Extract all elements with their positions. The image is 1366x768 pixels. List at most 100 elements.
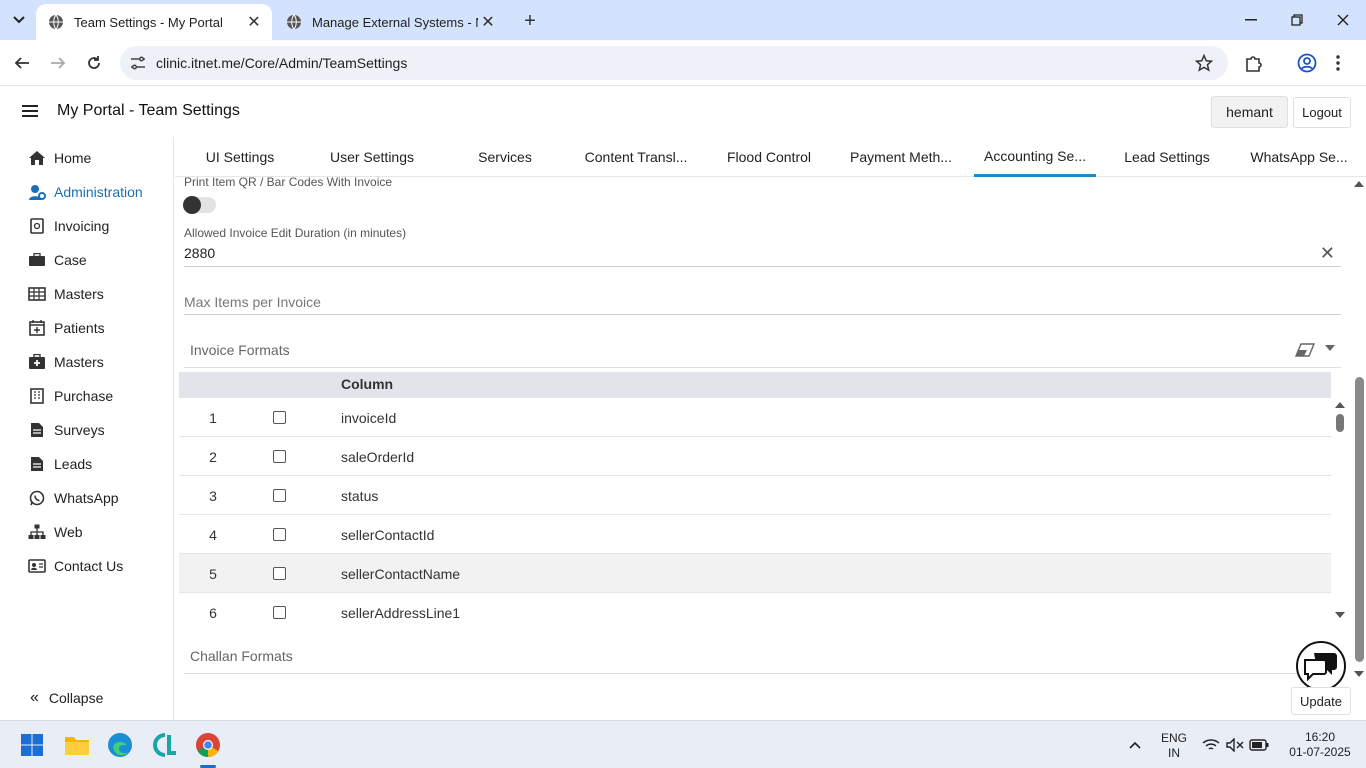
file-explorer-icon[interactable] xyxy=(61,729,93,761)
max-items-input[interactable]: Max Items per Invoice xyxy=(184,294,1341,315)
tab-whatsapp-settings[interactable]: WhatsApp Se... xyxy=(1243,137,1355,177)
briefcase-icon xyxy=(27,250,47,270)
sidebar-item-administration[interactable]: Administration xyxy=(0,175,174,209)
sidebar-item-whatsapp[interactable]: WhatsApp xyxy=(0,481,174,515)
challan-formats-dropdown[interactable]: Challan Formats xyxy=(184,638,1341,674)
home-icon xyxy=(27,148,47,168)
profile-icon[interactable] xyxy=(1293,49,1321,77)
minimize-icon[interactable] xyxy=(1228,6,1274,34)
row-checkbox[interactable] xyxy=(273,567,286,580)
browser-tab-team-settings[interactable]: Team Settings - My Portal ✕ xyxy=(36,4,272,40)
scroll-down-icon[interactable] xyxy=(1335,612,1345,618)
forward-arrow-icon[interactable] xyxy=(44,49,72,77)
scroll-thumb[interactable] xyxy=(1355,377,1364,662)
invoice-formats-dropdown[interactable]: Invoice Formats xyxy=(184,332,1341,368)
app-cl-icon[interactable] xyxy=(148,729,180,761)
windows-start-icon[interactable] xyxy=(16,729,48,761)
table-row[interactable]: 2 saleOrderId xyxy=(179,437,1331,476)
table-row[interactable]: 3 status xyxy=(179,476,1331,515)
scroll-thumb[interactable] xyxy=(1336,414,1344,432)
globe-icon xyxy=(286,14,302,30)
edge-browser-icon[interactable] xyxy=(104,729,136,761)
sidebar-item-case[interactable]: Case xyxy=(0,243,174,277)
clear-icon[interactable]: ✕ xyxy=(1320,243,1335,264)
back-arrow-icon[interactable] xyxy=(8,49,36,77)
table-row[interactable]: 6 sellerAddressLine1 xyxy=(179,593,1331,620)
scroll-down-icon[interactable] xyxy=(1354,671,1364,677)
document-icon xyxy=(27,420,47,440)
settings-tab-bar: UI Settings User Settings Services Conte… xyxy=(175,137,1366,177)
grid-scrollbar[interactable] xyxy=(1335,402,1345,618)
contact-card-icon xyxy=(27,556,47,576)
chevron-up-icon[interactable] xyxy=(1120,729,1150,761)
reload-icon[interactable] xyxy=(80,49,108,77)
sidebar-item-masters-medical[interactable]: Masters xyxy=(0,345,174,379)
logout-button[interactable]: Logout xyxy=(1293,97,1351,128)
chat-support-button[interactable] xyxy=(1296,641,1346,691)
table-row[interactable]: 5 sellerContactName xyxy=(179,554,1331,593)
tab-accounting-settings[interactable]: Accounting Se... xyxy=(974,137,1096,177)
sidebar-item-patients[interactable]: Patients xyxy=(0,311,174,345)
settings-content: Print Item QR / Bar Codes With Invoice A… xyxy=(175,177,1353,720)
chrome-browser-icon[interactable] xyxy=(192,729,224,761)
tab-content-translation[interactable]: Content Transl... xyxy=(581,137,691,177)
close-window-icon[interactable] xyxy=(1320,6,1366,34)
restore-icon[interactable] xyxy=(1274,6,1320,34)
row-checkbox[interactable] xyxy=(273,450,286,463)
tab-payment-methods[interactable]: Payment Meth... xyxy=(845,137,957,177)
page-scrollbar[interactable] xyxy=(1353,177,1366,677)
sidebar-item-label: Masters xyxy=(54,354,104,370)
row-checkbox[interactable] xyxy=(273,528,286,541)
sidebar-item-purchase[interactable]: Purchase xyxy=(0,379,174,413)
close-tab-icon[interactable]: ✕ xyxy=(478,12,498,32)
url-text: clinic.itnet.me/Core/Admin/TeamSettings xyxy=(156,55,408,71)
update-button[interactable]: Update xyxy=(1291,687,1351,715)
sidebar-item-label: Web xyxy=(54,524,83,540)
browser-tab-external-systems[interactable]: Manage External Systems - My ✕ xyxy=(274,4,506,40)
sidebar-item-leads[interactable]: Leads xyxy=(0,447,174,481)
edit-duration-input[interactable]: 2880 ✕ xyxy=(184,243,1341,267)
table-row[interactable]: 1 invoiceId xyxy=(179,398,1331,437)
site-info-icon[interactable] xyxy=(128,53,148,73)
building-icon xyxy=(27,386,47,406)
sidebar-item-invoicing[interactable]: Invoicing xyxy=(0,209,174,243)
document-icon xyxy=(27,454,47,474)
admin-icon xyxy=(27,182,47,202)
row-checkbox[interactable] xyxy=(273,411,286,424)
tab-search-button[interactable] xyxy=(6,7,32,33)
sidebar-item-label: Leads xyxy=(54,456,93,472)
row-checkbox[interactable] xyxy=(273,606,286,619)
tab-lead-settings[interactable]: Lead Settings xyxy=(1115,137,1219,177)
chat-icon xyxy=(1304,653,1337,682)
bookmark-star-icon[interactable] xyxy=(1192,51,1216,75)
tab-user-settings[interactable]: User Settings xyxy=(321,137,423,177)
row-checkbox[interactable] xyxy=(273,489,286,502)
sidebar-item-label: Contact Us xyxy=(54,558,124,574)
new-tab-button[interactable]: + xyxy=(518,9,542,33)
menu-dots-icon[interactable] xyxy=(1324,49,1352,77)
scroll-up-icon[interactable] xyxy=(1354,181,1364,187)
hamburger-menu-icon[interactable] xyxy=(18,102,42,122)
chevron-down-icon[interactable] xyxy=(1325,345,1335,351)
close-tab-icon[interactable]: ✕ xyxy=(244,12,264,32)
tab-services[interactable]: Services xyxy=(465,137,545,177)
print-qr-toggle[interactable] xyxy=(183,196,216,214)
table-row[interactable]: 4 sellerContactId xyxy=(179,515,1331,554)
sidebar-item-surveys[interactable]: Surveys xyxy=(0,413,174,447)
address-bar[interactable]: clinic.itnet.me/Core/Admin/TeamSettings xyxy=(120,46,1228,80)
tab-flood-control[interactable]: Flood Control xyxy=(719,137,819,177)
sidebar-item-contact-us[interactable]: Contact Us xyxy=(0,549,174,583)
collapse-sidebar-button[interactable]: « Collapse xyxy=(30,689,103,707)
sidebar-item-masters[interactable]: Masters xyxy=(0,277,174,311)
eraser-icon[interactable] xyxy=(1295,343,1315,357)
clock[interactable]: 16:20 01-07-2025 xyxy=(1280,730,1360,760)
tab-ui-settings[interactable]: UI Settings xyxy=(195,137,285,177)
language-indicator[interactable]: ENG IN xyxy=(1158,731,1190,761)
battery-icon[interactable] xyxy=(1244,729,1274,761)
sidebar-item-web[interactable]: Web xyxy=(0,515,174,549)
sidebar-item-home[interactable]: Home xyxy=(0,141,174,175)
extensions-icon[interactable] xyxy=(1240,49,1268,77)
medical-bag-icon xyxy=(27,352,47,372)
user-button[interactable]: hemant xyxy=(1211,96,1288,128)
scroll-up-icon[interactable] xyxy=(1335,402,1345,408)
